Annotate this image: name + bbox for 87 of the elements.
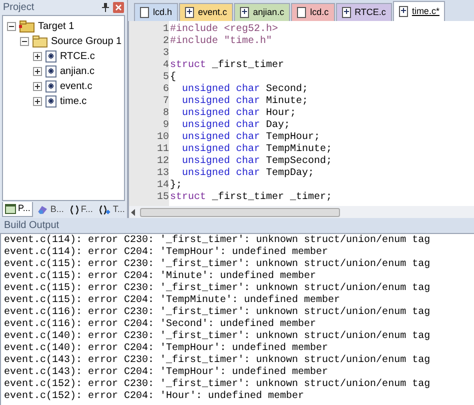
expander-icon[interactable]: [33, 97, 42, 106]
file-icon: [45, 50, 57, 63]
line-number: 11: [156, 144, 169, 156]
output-line: event.c(114): error C204: 'TempHour': undefined member: [4, 247, 328, 258]
line-number: 5: [162, 72, 169, 84]
panel-tab[interactable]: T...: [96, 202, 127, 217]
folder-icon: [32, 35, 48, 48]
output-line: event.c(143): error C230: '_first_timer': unknown struct/union/enum tag: [4, 355, 430, 366]
page-icon: [140, 7, 149, 18]
line-number: 1: [162, 24, 169, 36]
output-line: event.c(115): error C204: 'TempMinute': undefined member: [4, 295, 340, 306]
panel-tab[interactable]: B...: [35, 202, 66, 217]
file-icon: [398, 6, 408, 17]
expander-icon[interactable]: [20, 37, 29, 46]
line-number: 15: [156, 192, 169, 204]
expander-icon[interactable]: [7, 22, 16, 31]
tree-item[interactable]: RTCE.c: [60, 49, 95, 64]
file-icon: [45, 65, 57, 78]
file-icon: [45, 95, 57, 108]
code-line: unsigned char Second;: [181, 84, 308, 96]
expander-icon[interactable]: [33, 67, 42, 76]
code-line: unsigned char TempHour;: [181, 132, 320, 144]
braces-plus-icon: [98, 204, 111, 214]
line-number: 14: [156, 180, 169, 192]
code-line: #include "time.h": [170, 36, 272, 48]
panel-tab[interactable]: P...: [2, 202, 34, 217]
scrollbar-thumb[interactable]: [140, 208, 340, 216]
line-number: 7: [162, 96, 169, 108]
scroll-left-icon[interactable]: [131, 208, 136, 216]
tree-item[interactable]: time.c: [60, 94, 87, 109]
tree-item[interactable]: event.c: [60, 79, 92, 94]
output-line: event.c(116): error C204: 'Second': undefined member: [4, 319, 316, 330]
output-line: event.c(152): error C204: 'Hour': undefined member: [4, 391, 304, 403]
code-line: };: [170, 180, 182, 192]
output-line: event.c(140): error C230: '_first_timer': unknown struct/union/enum tag: [4, 331, 430, 342]
line-number: 3: [162, 48, 169, 60]
pin-icon[interactable]: [102, 3, 109, 12]
output-line: event.c(115): error C230: '_first_timer': unknown struct/union/enum tag: [4, 259, 430, 270]
output-line: event.c(140): error C204: 'TempHour': undefined member: [4, 343, 328, 354]
line-number: 2: [162, 36, 169, 48]
file-icon: [45, 80, 57, 93]
close-icon[interactable]: [113, 2, 124, 13]
code-line: unsigned char Hour;: [181, 108, 296, 120]
expander-icon[interactable]: [33, 52, 42, 61]
braces-icon: [70, 204, 79, 214]
code-line: unsigned char TempSecond;: [181, 156, 332, 168]
line-number: 13: [156, 168, 169, 180]
file-icon: [185, 7, 194, 18]
file-icon: [240, 7, 250, 18]
target-folder-icon: [19, 20, 35, 33]
output-line: event.c(116): error C230: '_first_timer': unknown struct/union/enum tag: [4, 307, 430, 318]
code-line: unsigned char Day;: [181, 120, 290, 132]
file-tab[interactable]: RTCE.c: [336, 3, 392, 21]
expander-icon[interactable]: [33, 82, 42, 91]
tree-item[interactable]: anjian.c: [60, 64, 94, 79]
file-tab[interactable]: lcd.c: [291, 3, 335, 21]
panel-title: Project: [3, 1, 34, 15]
line-number: 4: [162, 60, 169, 72]
file-tab[interactable]: time.c*: [392, 1, 446, 21]
line-number: 9: [162, 120, 169, 132]
file-icon: [342, 7, 351, 18]
code-line: struct _first_timer: [170, 60, 284, 72]
file-tab[interactable]: lcd.h: [134, 3, 178, 21]
line-number: 12: [156, 156, 169, 168]
file-tab[interactable]: event.c: [179, 3, 234, 21]
window-icon: [5, 204, 16, 214]
line-number: 6: [162, 84, 169, 96]
panel-title: Build Output: [4, 219, 60, 233]
code-line: unsigned char Minute;: [181, 96, 308, 108]
output-line: event.c(152): error C230: '_first_timer': unknown struct/union/enum tag: [4, 379, 430, 390]
code-line: struct _first_timer _timer;: [170, 192, 332, 204]
panel-tab[interactable]: F...: [68, 202, 95, 217]
code-line: unsigned char TempDay;: [181, 168, 314, 180]
line-number: 10: [156, 132, 169, 144]
output-line: event.c(115): error C230: '_first_timer': unknown struct/union/enum tag: [4, 283, 430, 294]
page-icon: [297, 7, 306, 18]
output-line: event.c(143): error C204: 'TempHour': undefined member: [4, 367, 328, 378]
output-line: event.c(115): error C204: 'Minute': undefined member: [4, 271, 316, 282]
tree-item[interactable]: Target 1: [38, 19, 74, 34]
code-line: #include <reg52.h>: [170, 24, 278, 36]
code-editor[interactable]: [128, 21, 474, 206]
file-tab[interactable]: anjian.c: [234, 3, 290, 21]
code-line: unsigned char TempMinute;: [181, 144, 332, 156]
output-line: event.c(114): error C230: '_first_timer': unknown struct/union/enum tag: [4, 235, 430, 246]
line-number: 8: [162, 108, 169, 120]
tree-item[interactable]: Source Group 1: [51, 34, 122, 49]
code-line: {: [170, 72, 176, 84]
